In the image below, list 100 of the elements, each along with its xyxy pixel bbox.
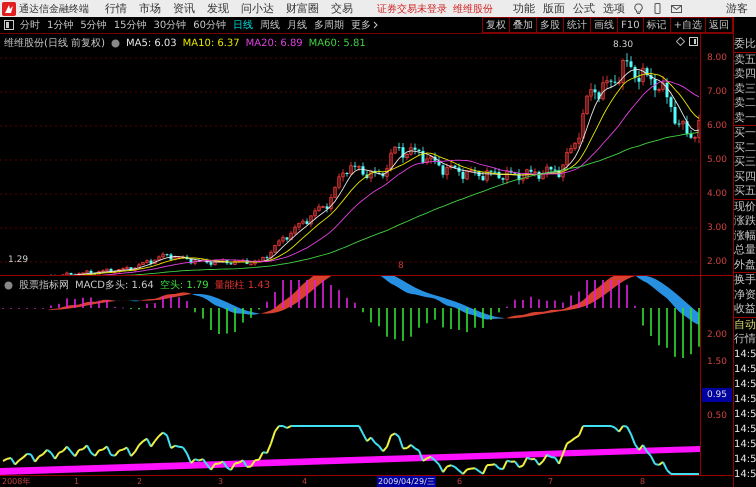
diamond-icon[interactable] bbox=[676, 37, 685, 46]
toolbar-button[interactable]: 画线 bbox=[590, 17, 618, 33]
period-tab[interactable]: 日线 bbox=[232, 18, 253, 32]
axis-label: 2.00 bbox=[706, 329, 728, 342]
axis-label: 2008年 bbox=[2, 476, 30, 487]
period-tab[interactable]: 1分钟 bbox=[47, 18, 74, 32]
high-price-label: 8.30 bbox=[613, 40, 634, 50]
quote-label: 买五 bbox=[734, 184, 756, 198]
axis-label: 0.50 bbox=[706, 410, 728, 423]
trade-time: 14:5 bbox=[734, 468, 756, 482]
axis-label: 6.00 bbox=[706, 120, 728, 133]
phone-icon[interactable] bbox=[652, 3, 663, 14]
period-tab[interactable]: 60分钟 bbox=[193, 18, 226, 32]
quote-label: 涨幅 bbox=[734, 228, 756, 243]
axis-label: 6 bbox=[457, 476, 462, 487]
menu-item[interactable]: 发现 bbox=[207, 1, 229, 16]
quote-label: 买四 bbox=[734, 170, 756, 184]
quote-label: 外盘 bbox=[734, 258, 756, 272]
trade-time: 14:5 bbox=[734, 362, 756, 376]
quote-label: 买一 bbox=[734, 126, 756, 140]
toolbar-button[interactable]: +自选 bbox=[670, 17, 705, 33]
axis-label: 7.00 bbox=[706, 86, 728, 99]
more-button[interactable]: 更多 bbox=[350, 18, 378, 32]
trade-time: 14:5 bbox=[734, 452, 756, 466]
envelope-icon[interactable] bbox=[671, 3, 682, 14]
menu-item[interactable]: 版面 bbox=[543, 1, 565, 16]
axis-label: 8.00 bbox=[706, 52, 728, 65]
period-tab[interactable]: 周线 bbox=[260, 18, 280, 32]
menu-item[interactable]: 资讯 bbox=[173, 1, 195, 16]
trade-time: 14:5 bbox=[734, 438, 756, 452]
period-tab[interactable]: 5分钟 bbox=[80, 18, 107, 32]
axis-label: 3 bbox=[218, 476, 224, 487]
menu-item[interactable]: 市场 bbox=[139, 1, 161, 16]
trade-time: 14:5 bbox=[734, 378, 756, 392]
trade-time: 14:5 bbox=[734, 348, 756, 362]
menu-item[interactable]: 功能 bbox=[513, 1, 535, 16]
quote-label: 行情 bbox=[734, 332, 756, 346]
axis-label: 5.00 bbox=[706, 154, 728, 167]
indicator-value: MACD多头: 1.64 bbox=[75, 278, 154, 292]
period-tab[interactable]: 月线 bbox=[286, 18, 307, 32]
circle-icon[interactable] bbox=[110, 38, 120, 48]
quote-label: 收益 bbox=[734, 302, 756, 316]
menu-item[interactable]: 财富圈 bbox=[286, 1, 319, 16]
menu-item[interactable]: 行情 bbox=[105, 1, 127, 16]
menu-item[interactable]: 公式 bbox=[573, 1, 595, 16]
axis-label: 2 bbox=[137, 476, 142, 487]
axis-label: 2.00 bbox=[706, 256, 728, 269]
toolbar-button[interactable]: 统计 bbox=[563, 17, 590, 33]
axis-label: 3.00 bbox=[706, 222, 728, 235]
toolbar-button[interactable]: 复权 bbox=[482, 17, 510, 33]
panel-toggle-icon[interactable] bbox=[4, 20, 14, 30]
menu-item[interactable]: 选项 bbox=[603, 1, 625, 16]
user-label[interactable]: 游客 bbox=[726, 1, 748, 16]
period-tab[interactable]: 分时 bbox=[20, 18, 40, 32]
cursor-date-label: 2009/04/29/三 bbox=[377, 476, 436, 487]
toolbar-button[interactable]: F10 bbox=[617, 17, 643, 33]
panel-icon[interactable] bbox=[689, 37, 698, 46]
quote-label: 卖三 bbox=[734, 82, 756, 96]
quote-label: 买三 bbox=[734, 155, 756, 170]
low-price-label: 1.29 bbox=[8, 255, 28, 265]
axis-label: 1 bbox=[74, 476, 80, 487]
toolbar-button[interactable]: 返回 bbox=[705, 17, 733, 33]
login-status[interactable]: 证券交易未登录 bbox=[377, 2, 447, 16]
quote-label: 现价 bbox=[734, 200, 756, 214]
quote-label: 卖二 bbox=[734, 96, 756, 110]
moving-average-value: MA5: 6.03 bbox=[126, 38, 177, 48]
moving-average-value: MA60: 5.81 bbox=[308, 38, 366, 48]
quote-label: 卖五 bbox=[734, 52, 756, 67]
trade-time: 14:5 bbox=[734, 408, 756, 422]
menu-item[interactable]: 交易 bbox=[331, 1, 353, 16]
chevron-icon bbox=[372, 21, 378, 29]
indicator-value: 量能柱 1.43 bbox=[214, 278, 270, 292]
circle-icon[interactable] bbox=[4, 280, 13, 290]
quote-label: 买二 bbox=[734, 140, 756, 155]
menu-item[interactable]: 问小达 bbox=[241, 1, 274, 16]
axis-label: 8 bbox=[640, 476, 646, 487]
period-tab[interactable]: 15分钟 bbox=[114, 18, 146, 32]
stock-name: 维维股份 bbox=[453, 2, 493, 16]
toolbar-button[interactable]: 叠加 bbox=[509, 17, 536, 33]
indicator-value: 空头: 1.79 bbox=[160, 278, 209, 292]
trade-time: 14:5 bbox=[734, 422, 756, 436]
axis-label: 7 bbox=[548, 476, 554, 487]
chart-marker: 8 bbox=[398, 261, 404, 271]
period-tab[interactable]: 30分钟 bbox=[153, 18, 186, 32]
quote-label: 委比 bbox=[734, 37, 756, 52]
period-tab[interactable]: 多周期 bbox=[314, 18, 344, 32]
mode-label[interactable]: 自动 bbox=[734, 318, 756, 332]
indicator-title: 股票指标网 bbox=[19, 278, 69, 292]
quote-label: 卖一 bbox=[734, 110, 756, 125]
toolbar-button[interactable]: 多股 bbox=[536, 17, 564, 33]
quote-label: 涨跌 bbox=[734, 214, 756, 228]
axis-label: 4.00 bbox=[706, 188, 728, 201]
bulb-icon[interactable] bbox=[633, 3, 644, 14]
axis-label: 4 bbox=[302, 476, 308, 487]
chart-title: 维维股份(日线 前复权) bbox=[4, 36, 105, 50]
toolbar-button[interactable]: 标记 bbox=[642, 17, 670, 33]
logo-icon bbox=[2, 2, 16, 16]
moving-average-value: MA10: 6.37 bbox=[182, 38, 240, 48]
quote-label: 卖四 bbox=[734, 67, 756, 82]
quote-label: 换手 bbox=[734, 273, 756, 288]
